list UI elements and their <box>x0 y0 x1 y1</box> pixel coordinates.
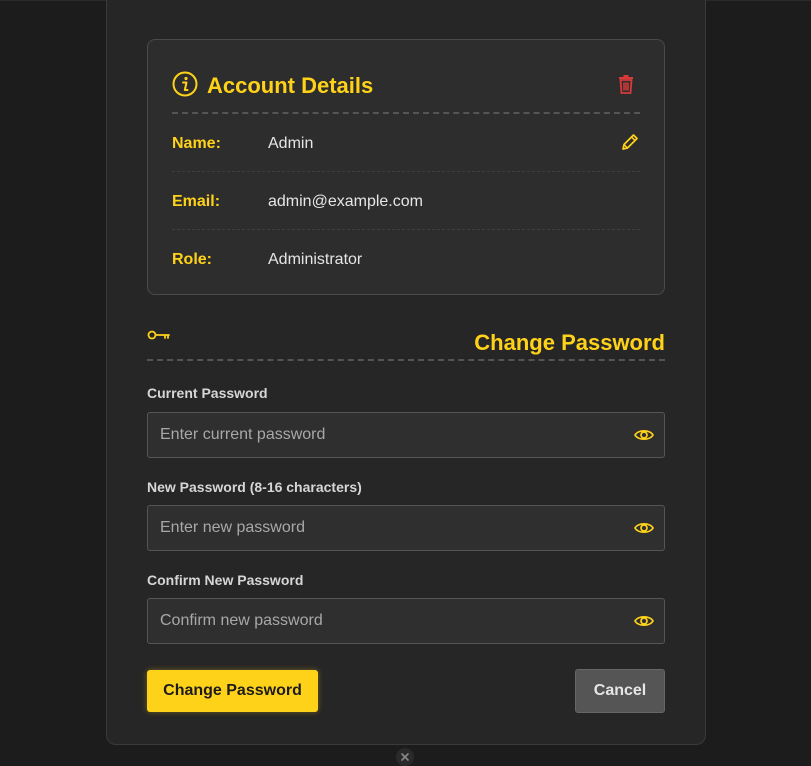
info-icon <box>172 71 198 97</box>
detail-value: admin@example.com <box>268 193 423 210</box>
close-icon[interactable] <box>396 748 414 766</box>
change-password-button[interactable]: Change Password <box>147 670 318 712</box>
confirm-password-label: Confirm New Password <box>147 572 304 588</box>
detail-row-role: Role: Administrator <box>172 230 640 287</box>
detail-row-email: Email: admin@example.com <box>172 172 640 230</box>
account-details-header: Account Details <box>172 40 640 114</box>
cancel-button[interactable]: Cancel <box>575 669 665 713</box>
eye-icon[interactable] <box>634 612 654 630</box>
new-password-field <box>147 505 665 551</box>
eye-icon[interactable] <box>634 519 654 537</box>
eye-icon[interactable] <box>634 426 654 444</box>
confirm-password-input[interactable] <box>148 599 618 643</box>
detail-label: Email: <box>172 193 221 210</box>
change-password-title: Change Password <box>474 330 665 355</box>
detail-row-name: Name: Admin <box>172 114 640 172</box>
pencil-icon[interactable] <box>620 132 640 152</box>
trash-icon[interactable] <box>616 74 636 94</box>
new-password-input[interactable] <box>148 506 618 550</box>
detail-label: Name: <box>172 135 221 152</box>
account-details-card: Account Details Name: Admin Email: admin… <box>147 39 665 295</box>
key-icon <box>147 330 170 340</box>
new-password-label: New Password (8-16 characters) <box>147 479 362 495</box>
confirm-password-field <box>147 598 665 644</box>
current-password-label: Current Password <box>147 385 268 401</box>
detail-label: Role: <box>172 251 212 268</box>
current-password-field <box>147 412 665 458</box>
account-modal: Account Details Name: Admin Email: admin… <box>106 0 706 745</box>
current-password-input[interactable] <box>148 413 618 457</box>
change-password-header: Change Password <box>147 311 665 361</box>
detail-value: Admin <box>268 135 314 152</box>
detail-value: Administrator <box>268 251 363 268</box>
account-details-title: Account Details <box>207 73 374 98</box>
